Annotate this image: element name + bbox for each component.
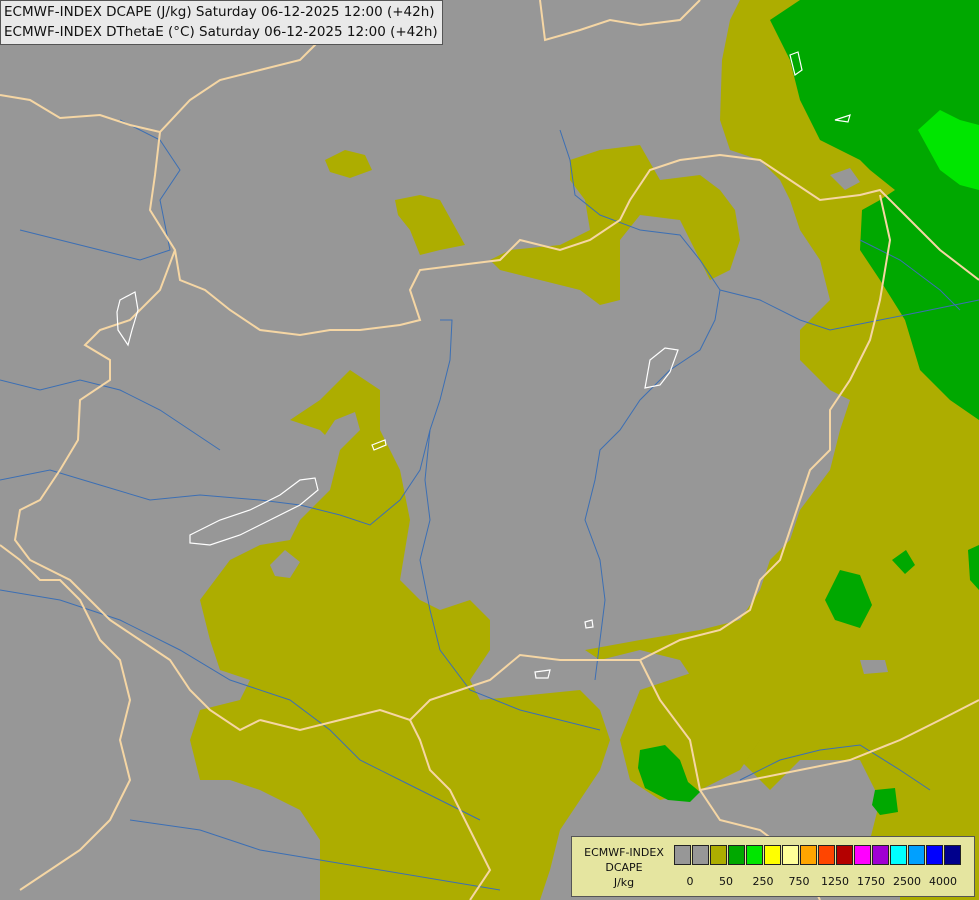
- legend-name-line-2: DCAPE: [605, 861, 643, 874]
- legend-swatch: [818, 845, 835, 865]
- legend-swatch: [926, 845, 943, 865]
- legend-title: ECMWF-INDEX DCAPE J/kg: [576, 845, 672, 890]
- legend-swatch: [854, 845, 871, 865]
- legend-tick-label: 0: [686, 875, 694, 888]
- map-title-line-2: ECMWF-INDEX DThetaE (°C) Saturday 06-12-…: [4, 24, 438, 40]
- legend-swatch: [872, 845, 889, 865]
- legend-swatch: [728, 845, 745, 865]
- legend-swatch: [764, 845, 781, 865]
- legend-swatch-row: [674, 845, 962, 865]
- legend-swatch: [944, 845, 961, 865]
- map-title-line-1: ECMWF-INDEX DCAPE (J/kg) Saturday 06-12-…: [4, 4, 435, 20]
- dcape-legend: ECMWF-INDEX DCAPE J/kg 0 50 250 750 1250 1750…: [571, 836, 975, 897]
- legend-tick-label: 1250: [821, 875, 849, 888]
- legend-swatch: [782, 845, 799, 865]
- legend-tick-label: 50: [719, 875, 733, 888]
- legend-swatch: [836, 845, 853, 865]
- legend-swatch: [890, 845, 907, 865]
- legend-swatch: [746, 845, 763, 865]
- grey-hole-5: [860, 660, 888, 674]
- legend-tick-label: 750: [788, 875, 810, 888]
- dcape-map[interactable]: [0, 0, 979, 900]
- legend-tick-label: 4000: [929, 875, 957, 888]
- legend-swatch: [710, 845, 727, 865]
- legend-swatch: [692, 845, 709, 865]
- legend-swatch: [674, 845, 691, 865]
- legend-swatch: [908, 845, 925, 865]
- legend-unit: J/kg: [613, 876, 635, 889]
- legend-name-line-1: ECMWF-INDEX: [584, 846, 664, 859]
- legend-tick-label: 1750: [857, 875, 885, 888]
- legend-swatch: [800, 845, 817, 865]
- legend-tick-label: 250: [752, 875, 774, 888]
- legend-tick-label: 2500: [893, 875, 921, 888]
- map-title-box: ECMWF-INDEX DCAPE (J/kg) Saturday 06-12-…: [0, 0, 443, 45]
